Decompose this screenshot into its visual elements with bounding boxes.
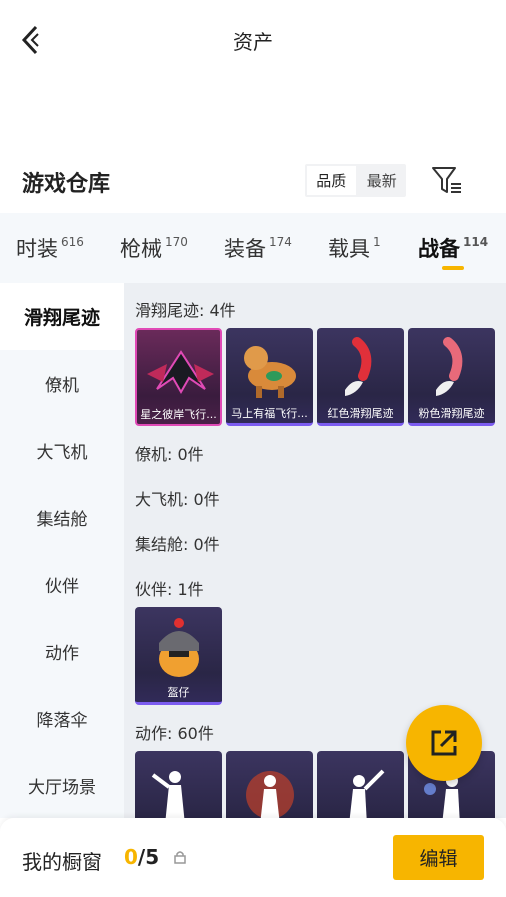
section-label-big-plane: 大飞机: 0件 <box>135 490 220 509</box>
sidebar-item-wingman[interactable]: 僚机 <box>0 350 124 417</box>
item-card[interactable]: 粉色滑翔尾迹 <box>408 328 495 426</box>
item-card[interactable] <box>226 751 313 818</box>
dancer-silhouette-icon <box>349 769 385 818</box>
filter-icon <box>432 167 461 193</box>
tab-fashion[interactable]: 时装 616 <box>16 233 84 263</box>
showcase-count: 0/5 <box>124 845 159 869</box>
section-label-emote: 动作: 60件 <box>135 724 214 743</box>
filter-button[interactable] <box>428 162 466 200</box>
share-icon <box>431 730 457 756</box>
item-name: 星之彼岸飞行... <box>140 408 217 421</box>
sidebar-item-lobby-scene[interactable]: 大厅场景 <box>0 752 124 819</box>
warehouse-title: 游戏仓库 <box>22 172 111 197</box>
item-card[interactable] <box>135 751 222 818</box>
showcase-total: /5 <box>137 845 160 869</box>
tab-label: 载具 <box>328 237 370 261</box>
item-name: 红色滑翔尾迹 <box>327 407 394 420</box>
helmet-bird-icon <box>159 618 199 677</box>
sidebar: 滑翔尾迹 僚机 大飞机 集结舱 伙伴 动作 降落伞 大厅场景 <box>0 283 124 818</box>
horse-toy-icon <box>244 346 296 398</box>
tab-label: 枪械 <box>120 237 162 261</box>
tab-combat-supplies[interactable]: 战备 114 <box>418 233 488 263</box>
tab-count: 170 <box>165 235 188 249</box>
sidebar-item-pod[interactable]: 集结舱 <box>0 484 124 551</box>
showcase-label: 我的橱窗 <box>22 850 102 874</box>
tab-vehicles[interactable]: 载具 1 <box>328 233 381 263</box>
item-card[interactable]: 星之彼岸飞行... <box>135 328 222 426</box>
top-bar: 资产 <box>0 0 506 80</box>
tab-label: 战备 <box>418 237 460 261</box>
showcase-bar: 我的橱窗 0/5 编辑 <box>0 818 506 897</box>
item-name: 粉色滑翔尾迹 <box>418 407 485 420</box>
fire-dancer-icon <box>246 771 294 818</box>
tab-guns[interactable]: 枪械 170 <box>120 233 188 263</box>
tab-count: 174 <box>269 235 292 249</box>
tab-equipment[interactable]: 装备 174 <box>224 233 292 263</box>
showcase-current: 0 <box>124 845 138 869</box>
sidebar-item-emote[interactable]: 动作 <box>0 618 124 685</box>
dancer-silhouette-icon <box>151 771 185 818</box>
item-name: 马上有福飞行... <box>231 407 308 420</box>
warehouse-header: 游戏仓库 品质 最新 <box>0 150 506 212</box>
active-tab-indicator <box>442 266 464 270</box>
item-card[interactable]: 盔仔 <box>135 607 222 705</box>
item-name: 盔仔 <box>167 686 190 699</box>
category-tabs: 时装 616 枪械 170 装备 174 载具 1 战备 114 <box>0 213 506 283</box>
jet-icon <box>147 350 214 395</box>
sidebar-item-parachute[interactable]: 降落伞 <box>0 685 124 752</box>
tab-label: 时装 <box>16 237 58 261</box>
item-card[interactable] <box>317 751 404 818</box>
item-card[interactable]: 马上有福飞行... <box>226 328 313 426</box>
tab-count: 1 <box>373 235 381 249</box>
sort-newest-option[interactable]: 最新 <box>358 164 407 197</box>
tab-count: 114 <box>463 235 489 249</box>
section-label-wingman: 僚机: 0件 <box>135 445 204 464</box>
section-label-glide: 滑翔尾迹: 4件 <box>135 301 236 320</box>
tab-label: 装备 <box>224 237 266 261</box>
share-button[interactable] <box>406 705 482 781</box>
red-smoke-trail-icon <box>345 337 372 396</box>
sidebar-item-partner[interactable]: 伙伴 <box>0 551 124 618</box>
sort-toggle: 品质 最新 <box>305 164 406 197</box>
sidebar-item-glide-trail[interactable]: 滑翔尾迹 <box>0 283 124 350</box>
edit-button[interactable]: 编辑 <box>393 835 484 880</box>
sort-quality-option[interactable]: 品质 <box>307 166 356 195</box>
pink-smoke-trail-icon <box>436 337 463 396</box>
sidebar-item-big-plane[interactable]: 大飞机 <box>0 417 124 484</box>
section-label-pod: 集结舱: 0件 <box>135 535 220 554</box>
page-title: 资产 <box>233 30 273 54</box>
lock-icon <box>174 851 186 864</box>
section-label-partner: 伙伴: 1件 <box>135 580 204 599</box>
tab-count: 616 <box>61 235 84 249</box>
item-card[interactable]: 红色滑翔尾迹 <box>317 328 404 426</box>
